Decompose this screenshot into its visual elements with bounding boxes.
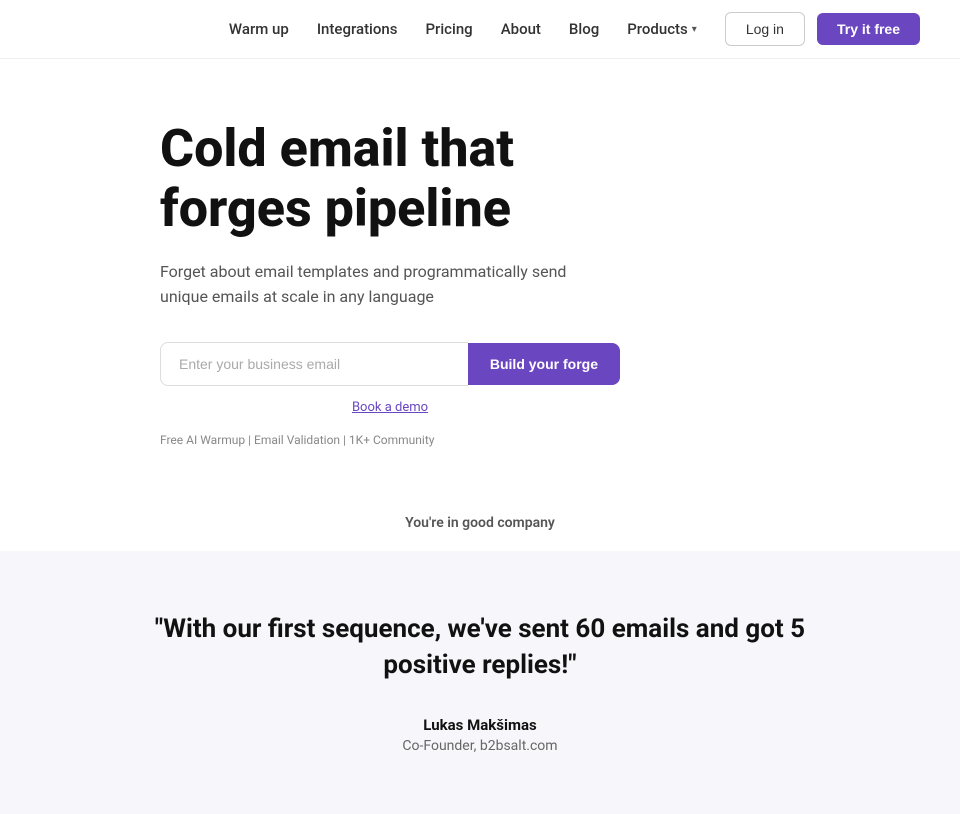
nav-warm-up[interactable]: Warm up bbox=[229, 20, 289, 38]
email-input[interactable] bbox=[160, 342, 468, 386]
social-proof-highlight: good company bbox=[462, 515, 555, 531]
nav-actions: Log in Try it free bbox=[725, 12, 920, 46]
hero-form: Build your forge bbox=[160, 342, 620, 386]
build-forge-button[interactable]: Build your forge bbox=[468, 343, 620, 385]
nav-blog[interactable]: Blog bbox=[569, 20, 599, 38]
book-demo-link[interactable]: Book a demo bbox=[160, 400, 620, 415]
chevron-down-icon: ▾ bbox=[692, 24, 697, 35]
login-button[interactable]: Log in bbox=[725, 12, 805, 46]
hero-section: Cold email that forges pipeline Forget a… bbox=[0, 59, 960, 487]
hero-badges: Free AI Warmup | Email Validation | 1K+ … bbox=[160, 433, 920, 447]
nav-integrations[interactable]: Integrations bbox=[317, 20, 398, 38]
testimonial-author: Lukas Makšimas bbox=[40, 716, 920, 734]
nav-about[interactable]: About bbox=[501, 20, 541, 38]
hero-title-line2: forges pipeline bbox=[160, 178, 511, 239]
hero-title: Cold email that forges pipeline bbox=[160, 119, 920, 239]
try-free-button[interactable]: Try it free bbox=[817, 13, 920, 45]
testimonial-quote: "With our first sequence, we've sent 60 … bbox=[130, 611, 830, 684]
testimonial-section: "With our first sequence, we've sent 60 … bbox=[0, 551, 960, 814]
hero-subtitle: Forget about email templates and program… bbox=[160, 259, 580, 310]
social-proof-section: You're in good company bbox=[0, 487, 960, 551]
hero-title-line1: Cold email that bbox=[160, 118, 514, 179]
testimonial-role: Co-Founder, b2bsalt.com bbox=[40, 738, 920, 754]
nav-pricing[interactable]: Pricing bbox=[425, 20, 472, 38]
navbar: Warm up Integrations Pricing About Blog … bbox=[0, 0, 960, 59]
nav-links: Warm up Integrations Pricing About Blog … bbox=[229, 20, 697, 38]
nav-products[interactable]: Products ▾ bbox=[627, 20, 697, 38]
social-proof-text: You're in bbox=[405, 515, 459, 531]
